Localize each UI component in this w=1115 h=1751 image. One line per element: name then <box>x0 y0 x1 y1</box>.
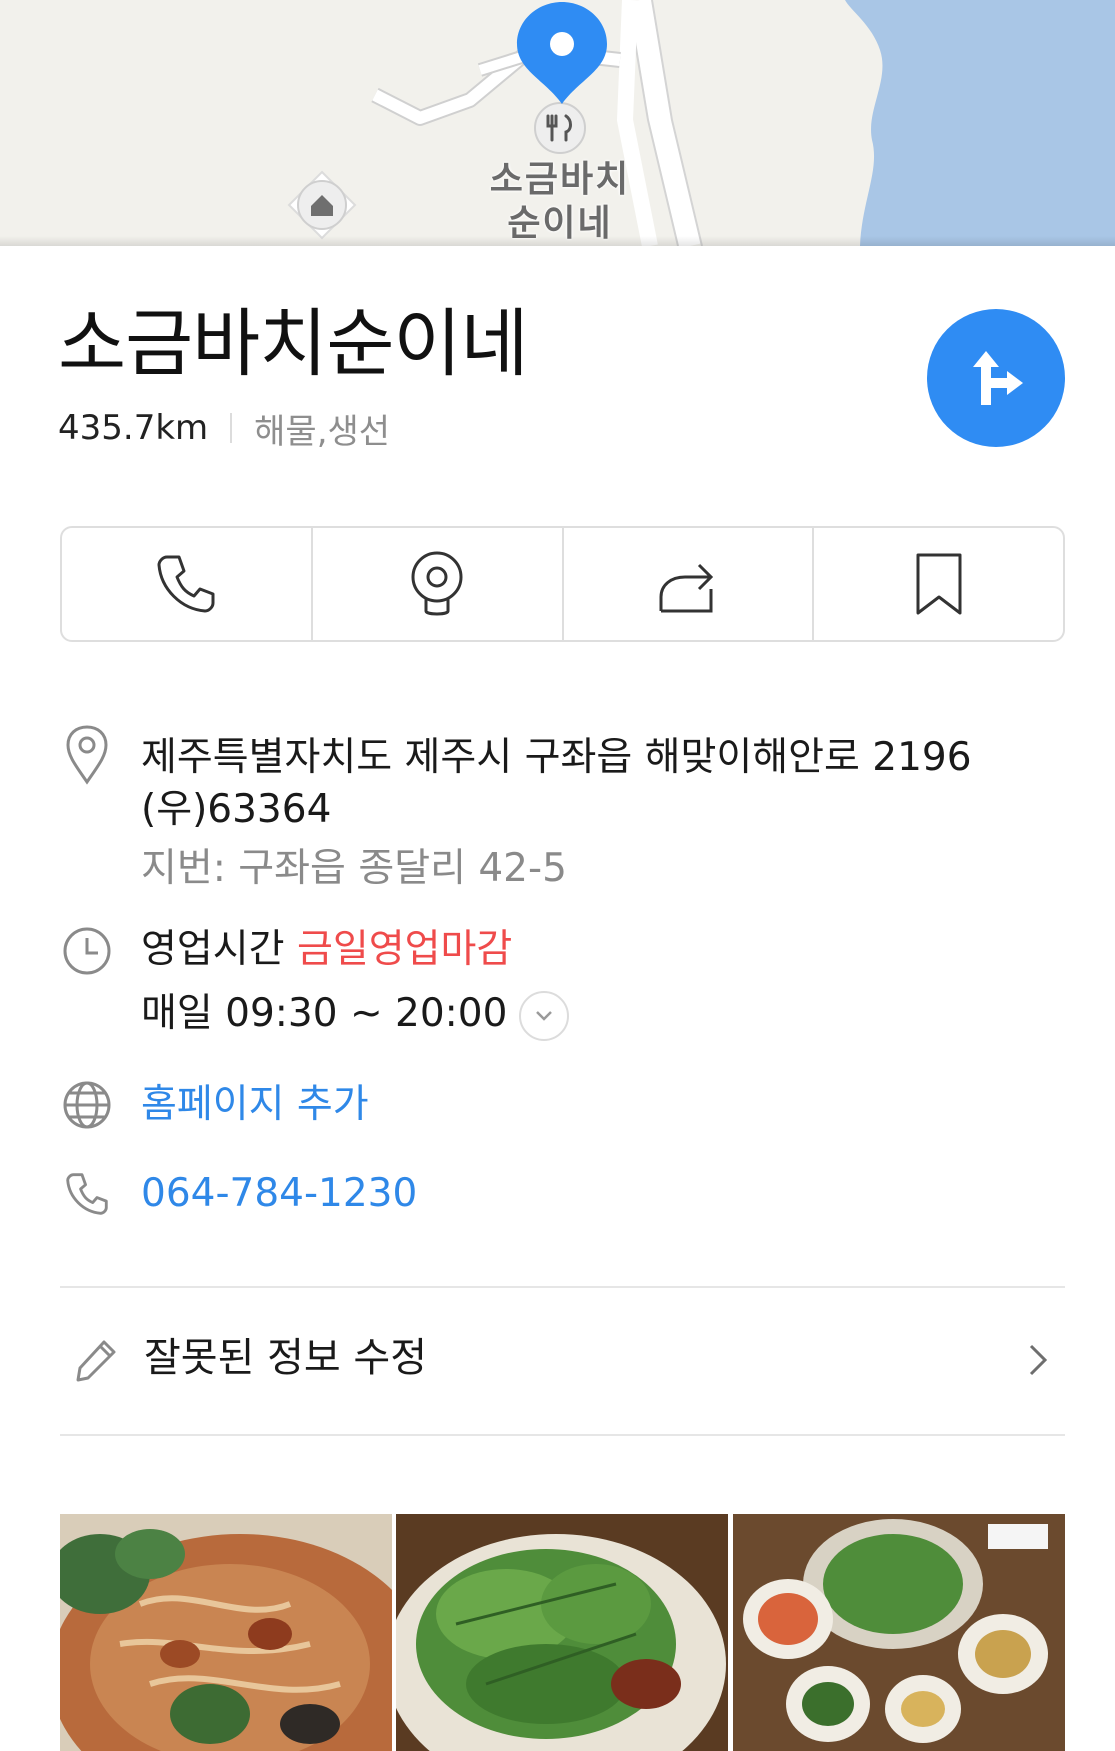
chevron-down-icon <box>536 1010 553 1021</box>
map-bottom-shadow <box>0 236 1115 246</box>
edit-info-row[interactable]: 잘못된 정보 수정 <box>60 1290 1065 1430</box>
hours-label: 영업시간 <box>141 927 285 972</box>
divider-bottom <box>60 1434 1065 1436</box>
bookmark-icon <box>916 553 962 615</box>
roadview-icon <box>411 551 463 616</box>
save-button[interactable] <box>812 528 1063 640</box>
roadview-button[interactable] <box>310 528 562 640</box>
hours-row: 영업시간 금일영업마감 <box>141 924 512 976</box>
hours-status: 금일영업마감 <box>296 927 513 972</box>
directions-button[interactable] <box>927 309 1065 447</box>
place-meta: 435.7km 해물,생선 <box>58 406 391 452</box>
food-photo-3 <box>732 1514 1065 1751</box>
directions-icon <box>973 351 1023 405</box>
photo-thumbnail[interactable] <box>60 1514 392 1751</box>
lot-address: 지번: 구좌읍 종달리 42-5 <box>141 846 567 891</box>
address-text[interactable]: 제주특별자치도 제주시 구좌읍 해맞이해안로 2196 <box>141 732 972 784</box>
share-button[interactable] <box>561 528 813 640</box>
call-button[interactable] <box>62 528 311 640</box>
globe-icon <box>62 1080 112 1130</box>
place-title: 소금바치순이네 <box>58 301 529 387</box>
hours-detail-row: 매일 09:30 ~ 20:00 <box>141 988 570 1041</box>
distance-text: 435.7km <box>58 408 209 448</box>
house-icon[interactable] <box>287 170 357 240</box>
postal-code: (우)63364 <box>141 787 332 832</box>
map-view[interactable]: 소금바치 순이네 <box>0 0 1115 246</box>
divider-top <box>60 1286 1065 1288</box>
edit-info-label: 잘못된 정보 수정 <box>144 1335 428 1381</box>
action-bar <box>60 526 1065 642</box>
food-photo-1 <box>60 1514 392 1751</box>
photo-thumbnail[interactable] <box>732 1514 1065 1751</box>
map-place-label: 소금바치 순이네 <box>470 158 650 246</box>
map-pin-icon[interactable] <box>517 2 607 104</box>
share-icon <box>659 563 713 613</box>
pencil-icon <box>76 1340 116 1382</box>
add-homepage-link[interactable]: 홈페이지 추가 <box>141 1079 369 1131</box>
chevron-right-icon <box>1029 1344 1048 1376</box>
meta-divider <box>230 413 233 443</box>
phone-icon <box>157 555 215 613</box>
food-photo-2 <box>396 1514 729 1751</box>
phone-number-link[interactable]: 064-784-1230 <box>141 1168 417 1220</box>
category-text: 해물,생선 <box>254 411 391 452</box>
restaurant-icon[interactable] <box>534 102 586 154</box>
location-icon <box>62 725 112 785</box>
photo-thumbnail[interactable] <box>396 1514 729 1751</box>
hours-text: 매일 09:30 ~ 20:00 <box>141 991 508 1036</box>
photo-strip <box>60 1514 1065 1751</box>
map-place-label-line1: 소금바치 <box>489 159 631 200</box>
clock-icon <box>62 926 112 976</box>
expand-hours-button[interactable] <box>519 990 570 1041</box>
phone-info-icon <box>62 1169 112 1219</box>
